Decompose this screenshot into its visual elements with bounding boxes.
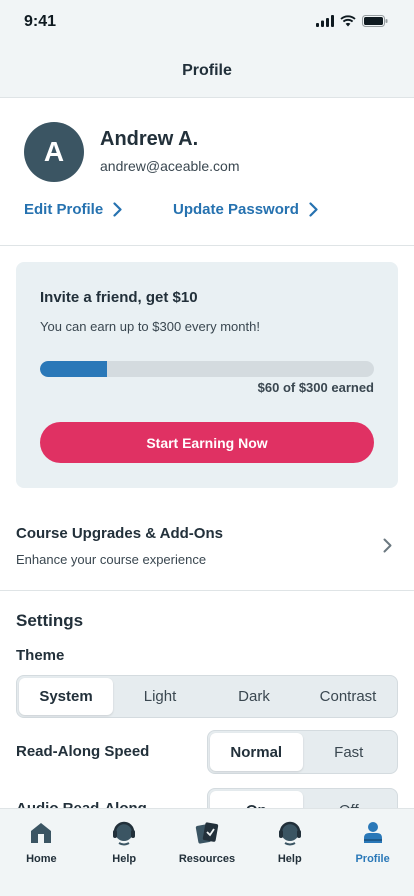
profile-email: andrew@aceable.com <box>100 158 240 174</box>
tab-resources-label: Resources <box>178 853 236 865</box>
cards-icon <box>195 822 219 844</box>
tab-help-2[interactable]: Help <box>248 809 331 896</box>
edit-profile-label: Edit Profile <box>24 201 104 218</box>
read-along-speed-label: Read-Along Speed <box>16 743 150 760</box>
tab-bar: Home Help Resources Help Profile <box>0 808 414 896</box>
upgrades-title: Course Upgrades & Add-Ons <box>16 525 223 542</box>
earnings-progress-label: $60 of $300 earned <box>257 380 374 395</box>
profile-scroll-area[interactable]: A Andrew A. andrew@aceable.com Edit Prof… <box>0 98 414 808</box>
profile-summary: A Andrew A. andrew@aceable.com Edit Prof… <box>0 98 414 246</box>
tab-home-label: Home <box>26 853 57 865</box>
nav-header: Profile <box>0 44 414 98</box>
tab-profile[interactable]: Profile <box>331 809 414 896</box>
status-icons <box>316 15 388 27</box>
theme-option-system[interactable]: System <box>19 678 113 715</box>
edit-profile-link[interactable]: Edit Profile <box>24 201 122 218</box>
status-bar: 9:41 <box>0 0 414 44</box>
tab-resources[interactable]: Resources <box>166 809 249 896</box>
earnings-progress-fill <box>40 361 107 377</box>
start-earning-button[interactable]: Start Earning Now <box>40 422 374 463</box>
chevron-right-icon <box>309 202 318 217</box>
chevron-right-icon <box>113 202 122 217</box>
headset-icon <box>278 821 301 846</box>
headset-icon <box>113 821 136 846</box>
invite-title: Invite a friend, get $10 <box>40 289 198 306</box>
theme-option-dark[interactable]: Dark <box>207 678 301 715</box>
update-password-link[interactable]: Update Password <box>173 201 318 218</box>
theme-label: Theme <box>16 647 65 664</box>
theme-selector: System Light Dark Contrast <box>16 675 398 718</box>
tab-help[interactable]: Help <box>83 809 166 896</box>
battery-icon <box>362 15 388 27</box>
update-password-label: Update Password <box>173 201 299 218</box>
chevron-right-icon <box>383 538 392 553</box>
invite-subtitle: You can earn up to $300 every month! <box>40 319 260 334</box>
speed-option-fast[interactable]: Fast <box>303 733 396 771</box>
audio-option-off[interactable]: Off <box>303 791 396 809</box>
audio-option-on[interactable]: On <box>210 791 303 808</box>
upgrades-subtitle: Enhance your course experience <box>16 552 207 567</box>
settings-heading: Settings <box>16 611 84 630</box>
page-title: Profile <box>182 61 232 79</box>
invite-card: Invite a friend, get $10 You can earn up… <box>16 262 398 488</box>
signal-icon <box>316 15 334 27</box>
person-icon <box>363 822 382 843</box>
profile-name: Andrew A. <box>100 128 199 150</box>
avatar: A <box>24 122 84 182</box>
tab-help-2-label: Help <box>277 853 302 865</box>
theme-option-contrast[interactable]: Contrast <box>301 678 395 715</box>
read-along-speed-selector: Normal Fast <box>207 730 398 774</box>
tab-profile-label: Profile <box>355 853 390 865</box>
earnings-progress-bar <box>40 361 374 377</box>
audio-read-along-selector: On Off <box>207 788 398 808</box>
tab-help-label: Help <box>112 853 137 865</box>
wifi-icon <box>340 15 356 27</box>
tab-home[interactable]: Home <box>0 809 83 896</box>
status-time: 9:41 <box>24 13 57 30</box>
audio-read-along-label: Audio Read-Along <box>16 800 147 808</box>
home-icon <box>31 823 52 843</box>
theme-option-light[interactable]: Light <box>113 678 207 715</box>
course-upgrades-row[interactable]: Course Upgrades & Add-Ons Enhance your c… <box>0 504 414 591</box>
speed-option-normal[interactable]: Normal <box>210 733 303 771</box>
